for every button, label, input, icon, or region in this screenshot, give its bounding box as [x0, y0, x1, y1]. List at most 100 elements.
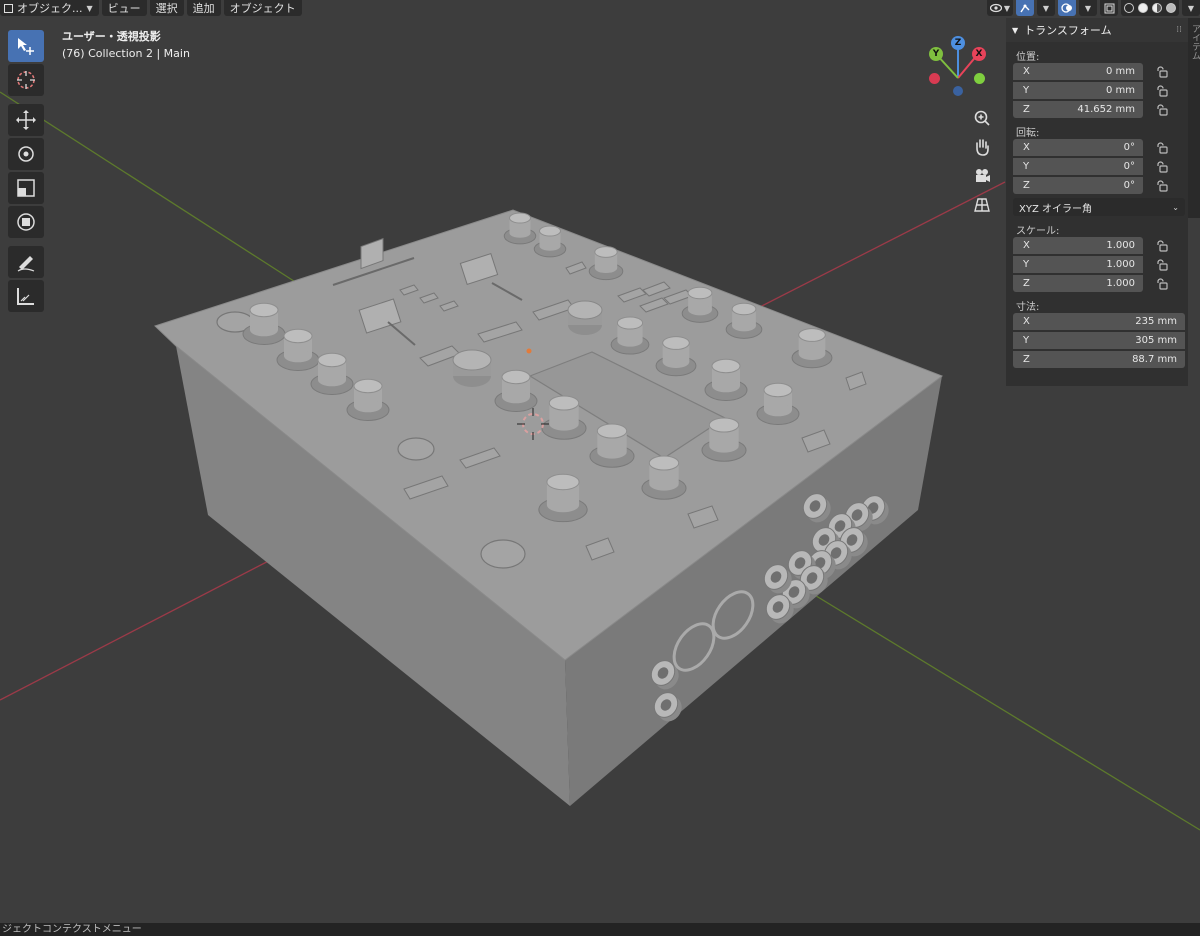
lock-icon[interactable]: [1155, 179, 1169, 192]
rotation-mode-select[interactable]: XYZ オイラー角 ⌄: [1013, 198, 1185, 216]
wireframe-shading-icon[interactable]: [1124, 3, 1134, 13]
pan-button[interactable]: [970, 135, 994, 159]
rotation-y-field[interactable]: Y 0°: [1013, 158, 1143, 175]
rotation-label: 回転:: [1016, 128, 1040, 139]
select-tool[interactable]: [8, 30, 44, 62]
location-x-field[interactable]: X 0 mm: [1013, 63, 1143, 80]
view-info: ユーザー・透視投影 (76) Collection 2 | Main: [62, 28, 190, 62]
shading-dropdown[interactable]: ▼: [1182, 0, 1200, 16]
gizmo-icon: [1020, 4, 1030, 13]
dimensions-row-z: Z 88.7 mm: [1013, 351, 1188, 368]
lock-icon[interactable]: [1155, 160, 1169, 173]
lock-icon[interactable]: [1155, 141, 1169, 154]
menu-object[interactable]: オブジェクト: [223, 0, 302, 16]
pad-3[interactable]: [480, 539, 526, 569]
big-knob-1[interactable]: [452, 349, 492, 387]
axis-label: X: [1023, 316, 1030, 327]
chevron-down-icon: ▼: [1084, 3, 1092, 13]
pencil-icon: [17, 256, 35, 272]
lock-icon[interactable]: [1155, 103, 1169, 116]
rotation-x-field[interactable]: X 0°: [1013, 139, 1143, 156]
location-z-field[interactable]: Z 41.652 mm: [1013, 101, 1143, 118]
menu-view[interactable]: ビュー: [101, 0, 147, 16]
transform-panel-header[interactable]: ▼ トランスフォーム ⁞⁞: [1006, 18, 1188, 42]
lock-icon[interactable]: [1155, 84, 1169, 97]
rotate-tool[interactable]: [8, 138, 44, 170]
gizmo-y-axis[interactable]: Y: [929, 47, 943, 61]
sidebar-transform-panel: ▼ トランスフォーム ⁞⁞ 位置: X 0 mm Y 0 mm Z 41.652 mm 回…: [1006, 18, 1188, 386]
eye-icon: [989, 3, 1002, 13]
gizmo-z-axis[interactable]: Z: [951, 36, 965, 50]
scale-tool[interactable]: [8, 172, 44, 204]
y-axis-line-near: [789, 579, 1200, 831]
location-label: 位置:: [1016, 52, 1040, 63]
field-value: 1.000: [1106, 259, 1135, 270]
field-value: 0 mm: [1105, 85, 1135, 96]
mixer-model[interactable]: [154, 209, 944, 806]
navigation-controls: [970, 106, 994, 222]
annotate-tool[interactable]: [8, 246, 44, 278]
location-y-field[interactable]: Y 0 mm: [1013, 82, 1143, 99]
overlay-toggle-button[interactable]: [1058, 0, 1076, 16]
perspective-toggle-button[interactable]: [970, 193, 994, 217]
camera-view-button[interactable]: [970, 164, 994, 188]
zoom-button[interactable]: [970, 106, 994, 130]
transform-icon: [17, 213, 35, 231]
menu-add[interactable]: 追加: [186, 0, 221, 16]
x-axis-line-far: [749, 181, 1006, 313]
cursor-tool[interactable]: [8, 64, 44, 96]
sidebar-tabs: アイテム: [1188, 18, 1200, 218]
menu-select[interactable]: 選択: [149, 0, 184, 16]
shading-buttons[interactable]: [1121, 0, 1179, 16]
transform-tool[interactable]: [8, 206, 44, 238]
select-move-icon: [18, 38, 34, 55]
gizmo-neg-y-axis[interactable]: [974, 73, 985, 84]
dimensions-y-field[interactable]: Y 305 mm: [1013, 332, 1185, 349]
gizmo-x-axis[interactable]: X: [972, 47, 986, 61]
navigation-gizmo[interactable]: Z X Y: [918, 34, 998, 114]
gizmo-dropdown[interactable]: ▼: [1037, 0, 1055, 16]
chevron-down-icon: ▼: [1042, 3, 1050, 13]
rendered-shading-icon[interactable]: [1166, 3, 1176, 13]
gizmo-neg-z-axis[interactable]: [953, 86, 963, 96]
hand-icon: [976, 139, 989, 156]
rotation-z-field[interactable]: Z 0°: [1013, 177, 1143, 194]
rotation-row-x: X 0°: [1013, 139, 1188, 156]
gizmo-neg-x-axis[interactable]: [929, 73, 940, 84]
material-shading-icon[interactable]: [1152, 3, 1162, 13]
panel-title: トランスフォーム: [1024, 24, 1112, 37]
grid-icon: [974, 198, 990, 212]
dimensions-row-y: Y 305 mm: [1013, 332, 1188, 349]
rotation-row-y: Y 0°: [1013, 158, 1188, 175]
ruler-icon: [17, 288, 34, 305]
move-tool[interactable]: [8, 104, 44, 136]
scale-y-field[interactable]: Y 1.000: [1013, 256, 1143, 273]
sidebar-tab-item[interactable]: アイテム: [1189, 24, 1200, 60]
move-icon: [16, 110, 36, 130]
pad-2[interactable]: [397, 437, 435, 461]
solid-shading-icon[interactable]: [1138, 3, 1148, 13]
gizmo-toggle-button[interactable]: [1016, 0, 1034, 16]
overlay-dropdown[interactable]: ▼: [1079, 0, 1097, 16]
rotation-mode-value: XYZ オイラー角: [1019, 203, 1092, 215]
axis-label: Z: [1023, 180, 1030, 191]
big-knob-2[interactable]: [567, 300, 603, 335]
axis-label: X: [1023, 142, 1030, 153]
scale-label: スケール:: [1016, 226, 1060, 237]
dimensions-z-field[interactable]: Z 88.7 mm: [1013, 351, 1185, 368]
scale-x-field[interactable]: X 1.000: [1013, 237, 1143, 254]
status-bar: ジェクトコンテクストメニュー: [0, 923, 1200, 936]
mode-selector[interactable]: オブジェク... ▼: [0, 0, 99, 16]
scale-z-field[interactable]: Z 1.000: [1013, 275, 1143, 292]
lock-icon[interactable]: [1155, 65, 1169, 78]
measure-tool[interactable]: [8, 280, 44, 312]
zoom-icon: [974, 110, 990, 126]
visibility-button[interactable]: ▼: [986, 0, 1013, 16]
field-value: 0°: [1123, 161, 1135, 172]
xray-toggle-button[interactable]: [1100, 0, 1118, 16]
dimensions-x-field[interactable]: X 235 mm: [1013, 313, 1185, 330]
drag-handle-icon[interactable]: ⁞⁞: [1176, 25, 1182, 35]
lock-icon[interactable]: [1155, 277, 1169, 290]
lock-icon[interactable]: [1155, 258, 1169, 271]
lock-icon[interactable]: [1155, 239, 1169, 252]
